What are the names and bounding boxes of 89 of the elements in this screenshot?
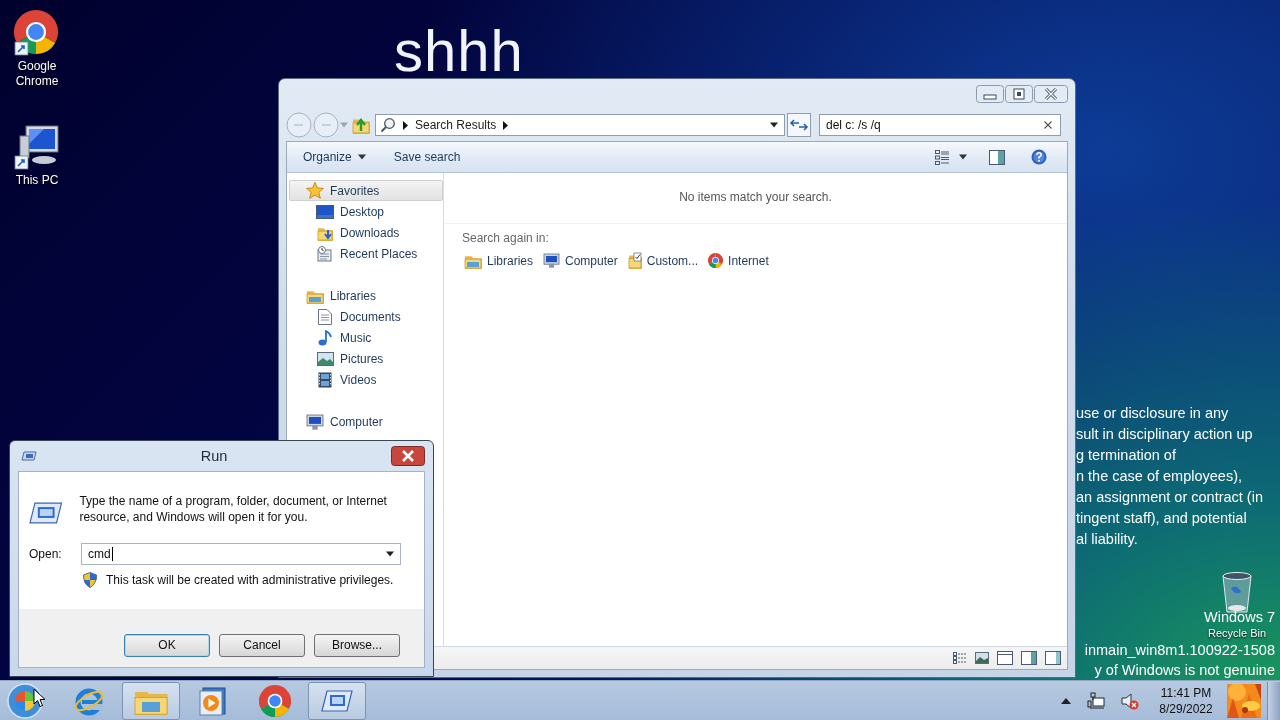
dialog-button[interactable]: OK	[124, 633, 210, 657]
search-location-link[interactable]: Custom...	[627, 252, 699, 269]
network-icon[interactable]	[1087, 691, 1105, 710]
dropdown-caret-icon	[770, 121, 778, 129]
recent-pages-caret-icon	[340, 121, 348, 129]
media-player-icon	[199, 685, 227, 716]
layout-icon[interactable]	[997, 651, 1013, 665]
shield-icon	[83, 572, 97, 588]
mouse-cursor-icon	[33, 688, 46, 708]
notice-text: an assignment or contract (in	[1076, 488, 1263, 507]
watermark-text: inmain_win8m1.100922-1508	[1084, 641, 1275, 660]
desktop-icon	[316, 204, 334, 219]
computer-icon	[306, 413, 324, 430]
picture-icon	[316, 351, 334, 366]
chrome-shortcut-icon[interactable]	[14, 10, 60, 56]
description-text: Type the name of a program, folder, document, or Internet resource, and Windows will open it for you.	[79, 494, 388, 525]
nav-item[interactable]: Documents	[315, 306, 443, 327]
computer-icon	[543, 253, 561, 268]
chrome-icon	[259, 684, 291, 717]
admin-note: This task will be created with administrative privileges.	[106, 573, 394, 587]
details-view-icon[interactable]	[953, 652, 967, 664]
computer-shortcut-icon[interactable]	[14, 124, 60, 170]
restore-button[interactable]	[1005, 85, 1033, 103]
preview-pane-icon[interactable]	[989, 149, 1005, 165]
music-note-icon	[318, 329, 332, 346]
close-button[interactable]	[391, 446, 425, 466]
nav-item[interactable]: Videos	[315, 369, 443, 390]
chevron-icon	[503, 120, 509, 130]
taskbar-button[interactable]	[308, 681, 366, 720]
clock[interactable]: 11:41 PM 8/29/2022	[1153, 684, 1219, 717]
nav-item[interactable]: Downloads	[315, 222, 443, 243]
nav-item[interactable]: Recent Places	[315, 243, 443, 264]
dropdown-caret-icon	[386, 550, 394, 558]
run-icon	[321, 689, 353, 712]
chevron-icon	[403, 120, 408, 130]
nav-item[interactable]: Libraries	[289, 285, 443, 306]
watermark-text: y of Windows is not genuine	[1094, 661, 1275, 680]
document-icon	[318, 308, 332, 325]
desktop-icon-label[interactable]: This PC	[7, 173, 67, 188]
notice-text: tingent staff), and potential	[1076, 509, 1248, 528]
open-label: Open:	[29, 547, 63, 561]
run-icon	[29, 502, 63, 524]
run-icon	[21, 451, 37, 461]
recent-places-icon	[317, 245, 333, 262]
desktop-icon-label[interactable]: Recycle Bin	[1207, 627, 1267, 639]
nav-item[interactable]: Music	[315, 327, 443, 348]
search-field[interactable]: del c: /s /q	[819, 114, 1061, 136]
caret-icon	[959, 153, 967, 161]
dialog-button[interactable]: Browse...	[314, 633, 400, 657]
empty-message: No items match your search.	[679, 190, 832, 204]
caret-icon	[357, 153, 366, 161]
breadcrumb-item[interactable]: Search Results	[415, 118, 497, 132]
film-icon	[318, 371, 332, 388]
notice-text: g termination of	[1076, 446, 1177, 465]
open-field[interactable]: cmd	[81, 543, 401, 565]
thumbnail-view-icon[interactable]	[975, 652, 989, 664]
search-location-link[interactable]: Libraries	[464, 252, 534, 269]
watermark-text: Windows 7	[1204, 609, 1275, 626]
search-location-link[interactable]: Internet	[708, 252, 769, 269]
chrome-icon	[708, 253, 724, 268]
nav-item[interactable]: Favorites	[289, 180, 443, 201]
search-location-link[interactable]: Computer	[543, 252, 618, 269]
help-icon[interactable]	[1031, 149, 1047, 165]
up-folder-icon[interactable]	[352, 116, 370, 134]
muted-speaker-icon[interactable]	[1121, 691, 1139, 710]
layout-icon[interactable]	[1045, 651, 1061, 665]
desktop-icon-label[interactable]: Google Chrome	[7, 59, 67, 89]
address-bar[interactable]: Search Results	[375, 114, 785, 136]
refresh-button[interactable]	[787, 113, 811, 137]
wallpaper-text: shhh	[394, 22, 524, 80]
star-icon	[306, 182, 324, 199]
dialog-button[interactable]: Cancel	[219, 633, 305, 657]
nav-item[interactable]: Desktop	[315, 201, 443, 222]
notice-text: sult in disciplinary action up	[1076, 425, 1254, 444]
nav-item[interactable]: Computer	[289, 411, 443, 432]
show-hidden-icons-button[interactable]	[1061, 697, 1071, 704]
toolbar-button[interactable]: Save search	[385, 146, 469, 168]
search-again-label: Search again in:	[462, 231, 550, 245]
notice-text: use or disclosure in any	[1076, 404, 1230, 423]
folder-checklist-icon	[627, 252, 642, 269]
notice-text: n the case of employees),	[1076, 467, 1244, 486]
layout-icon[interactable]	[1021, 651, 1037, 665]
organize-menu-button[interactable]: Organize	[295, 146, 374, 168]
notice-text: al liability.	[1076, 530, 1139, 549]
nav-item[interactable]: Pictures	[315, 348, 443, 369]
view-list-icon[interactable]	[935, 149, 949, 165]
search-icon	[380, 117, 396, 133]
window-title: Run	[199, 448, 229, 464]
clear-search-icon[interactable]	[1044, 121, 1052, 129]
